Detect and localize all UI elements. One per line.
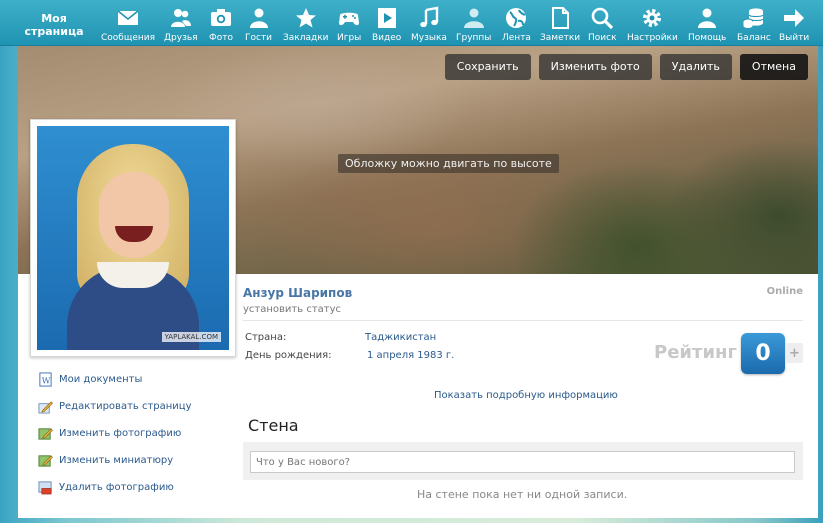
- photo-face: [99, 172, 169, 258]
- nav-label: Настройки: [627, 33, 678, 43]
- play-icon: [377, 8, 396, 28]
- nav-label: Лента: [502, 33, 531, 43]
- nav-label: Помощь: [688, 33, 727, 43]
- birthday-label: День рождения:: [245, 350, 332, 361]
- profile-photo[interactable]: YAPLAKAL.COM: [37, 126, 229, 350]
- friends-icon: [170, 9, 191, 27]
- top-navigation-bar: Моя страница Сообщения Друзья Фото Гости…: [0, 0, 823, 46]
- nav-help[interactable]: Помощь: [688, 6, 726, 46]
- nav-search[interactable]: Поиск: [588, 6, 617, 46]
- gear-icon: [643, 9, 662, 27]
- sidebar-link-label: Изменить фотографию: [59, 428, 182, 439]
- nav-label: Закладки: [283, 33, 329, 43]
- arrow-right-icon: [784, 9, 805, 27]
- nav-settings[interactable]: Настройки: [627, 6, 678, 46]
- guests-icon: [249, 8, 268, 28]
- nav-label: Друзья: [164, 33, 198, 43]
- rating-value[interactable]: 0: [741, 333, 785, 374]
- gamepad-icon: [339, 12, 360, 26]
- nav-messages[interactable]: Сообщения: [101, 6, 155, 46]
- groups-icon: [463, 8, 484, 28]
- photo-watermark: YAPLAKAL.COM: [161, 332, 221, 342]
- help-person-icon: [698, 8, 717, 28]
- nav-music[interactable]: Музыка: [411, 6, 447, 46]
- profile-photo-frame[interactable]: YAPLAKAL.COM: [30, 119, 236, 357]
- cover-drag-hint: Обложку можно двигать по высоте: [338, 154, 559, 173]
- my-page-link[interactable]: Моя страница: [22, 12, 86, 38]
- camera-icon: [211, 9, 231, 26]
- nav-label: Гости: [245, 33, 273, 43]
- document-icon: [552, 7, 570, 29]
- nav-label: Сообщения: [101, 33, 156, 43]
- divider: [243, 320, 803, 321]
- nav-label: Заметки: [540, 33, 581, 43]
- nav-guests[interactable]: Гости: [245, 6, 272, 46]
- music-note-icon: [420, 6, 439, 28]
- nav-logout[interactable]: Выйти: [779, 6, 809, 46]
- country-label: Страна:: [245, 332, 287, 343]
- nav-feed[interactable]: Лента: [502, 6, 531, 46]
- coins-icon: [742, 8, 764, 28]
- star-icon: [295, 8, 316, 28]
- nav-label: Музыка: [411, 33, 447, 43]
- nav-notes[interactable]: Заметки: [540, 6, 580, 46]
- sidebar-change-thumbnail[interactable]: Изменить миниатюру: [38, 453, 173, 468]
- profile-name[interactable]: Анзур Шарипов: [243, 286, 352, 300]
- sidebar-link-label: Изменить миниатюру: [59, 455, 174, 466]
- cancel-button[interactable]: Отмена: [739, 54, 808, 80]
- save-button[interactable]: Сохранить: [444, 54, 531, 80]
- show-details-link[interactable]: Показать подробную информацию: [434, 390, 618, 401]
- cover-toolbar: Сохранить Изменить фото Удалить Отмена: [444, 54, 808, 80]
- nav-bookmarks[interactable]: Закладки: [283, 6, 329, 46]
- sidebar-link-label: Удалить фотографию: [59, 482, 174, 493]
- edit-thumbnail-icon: [38, 455, 53, 467]
- pencil-icon: [38, 401, 53, 414]
- change-photo-button[interactable]: Изменить фото: [538, 54, 652, 80]
- wall-empty-message: На стене пока нет ни одной записи.: [417, 488, 628, 501]
- nav-label: Поиск: [588, 33, 617, 43]
- nav-label: Фото: [209, 33, 234, 43]
- online-status: Online: [766, 286, 803, 297]
- globe-icon: [506, 8, 527, 28]
- nav-video[interactable]: Видео: [372, 6, 401, 46]
- nav-friends[interactable]: Друзья: [164, 6, 198, 46]
- delete-button[interactable]: Удалить: [659, 54, 732, 80]
- birthday-value[interactable]: 1 апреля 1983 г.: [367, 350, 454, 361]
- nav-label: Игры: [337, 33, 362, 43]
- rating-label: Рейтинг: [654, 342, 737, 363]
- nav-balance[interactable]: Баланс: [737, 6, 771, 46]
- word-document-icon: W: [39, 372, 52, 387]
- sidebar-delete-photo[interactable]: Удалить фотографию: [38, 480, 174, 495]
- wall-post-input[interactable]: [250, 451, 795, 473]
- edit-photo-icon: [38, 428, 53, 440]
- wall-title: Стена: [248, 416, 299, 435]
- nav-photo[interactable]: Фото: [209, 6, 233, 46]
- nav-label: Группы: [456, 33, 492, 43]
- envelope-icon: [117, 10, 139, 25]
- search-icon: [591, 7, 614, 30]
- nav-label: Баланс: [737, 33, 771, 43]
- delete-photo-icon: [38, 481, 52, 495]
- set-status-link[interactable]: установить статус: [243, 304, 341, 315]
- nav-groups[interactable]: Группы: [456, 6, 491, 46]
- nav-label: Видео: [372, 33, 402, 43]
- sidebar-link-label: Мои документы: [59, 374, 143, 385]
- sidebar-change-photo[interactable]: Изменить фотографию: [38, 426, 181, 441]
- sidebar-my-documents[interactable]: W Мои документы: [38, 372, 142, 387]
- svg-text:W: W: [42, 375, 51, 385]
- nav-games[interactable]: Игры: [337, 6, 361, 46]
- country-value[interactable]: Таджикистан: [365, 332, 436, 343]
- rating-plus-button[interactable]: +: [786, 343, 803, 363]
- sidebar-edit-page[interactable]: Редактировать страницу: [38, 399, 192, 414]
- sidebar-link-label: Редактировать страницу: [59, 401, 192, 412]
- nav-label: Выйти: [779, 33, 810, 43]
